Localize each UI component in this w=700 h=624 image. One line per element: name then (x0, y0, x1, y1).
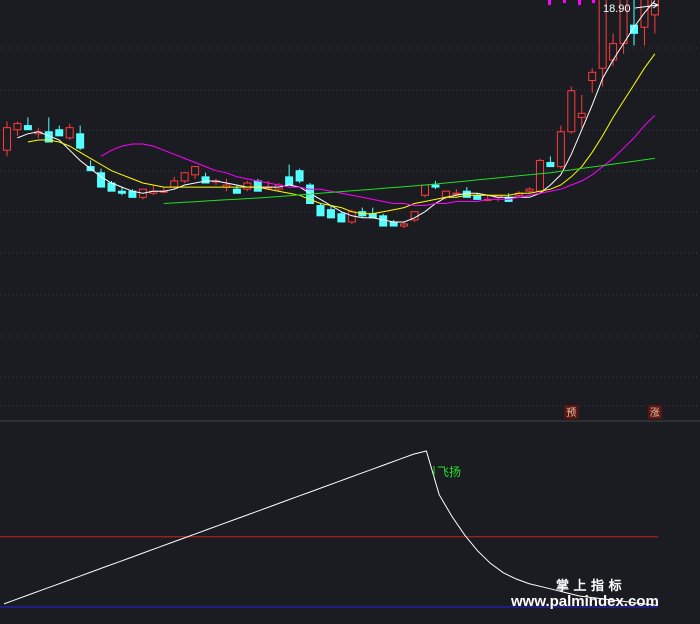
candle (609, 33, 618, 67)
candle (76, 125, 85, 151)
magenta-mark (592, 0, 595, 3)
candle-body (55, 129, 64, 137)
candle-body (452, 192, 461, 195)
indicator-label: 飞扬 (437, 464, 461, 479)
candle-body (117, 190, 126, 194)
candle (358, 207, 367, 218)
candle (494, 194, 503, 202)
magenta-mark (578, 0, 581, 5)
candle-body (525, 188, 534, 192)
signal-markers: 预涨 (564, 405, 662, 419)
candle-body (201, 176, 210, 184)
watermark-cn: 掌 上 指 标 (556, 578, 622, 594)
candle-body (567, 90, 576, 133)
candle (13, 121, 22, 136)
candle-body (389, 221, 398, 227)
candle-body (379, 215, 388, 227)
candle-body (65, 127, 74, 139)
candle-body (76, 133, 85, 149)
candle (577, 94, 586, 128)
candle-body (609, 43, 618, 61)
candle-body (421, 184, 429, 196)
candle (316, 203, 325, 217)
candle (630, 0, 638, 46)
candles (3, 0, 659, 229)
candle-body (535, 159, 544, 192)
candle-body (640, 0, 649, 28)
candle (535, 158, 544, 194)
candle-body (191, 166, 200, 176)
candle (243, 180, 252, 192)
candle-body (253, 180, 262, 192)
candle-body (285, 176, 294, 186)
candle (285, 164, 294, 186)
candle (23, 117, 32, 131)
candle-body (650, 0, 659, 16)
price-label: 18.90 (603, 3, 631, 15)
candle-body (577, 112, 586, 118)
signal-marker: 预 (564, 405, 579, 419)
candle-body (326, 209, 335, 219)
signal-marker: 涨 (647, 405, 662, 419)
candle (3, 121, 11, 157)
candle-body (337, 213, 346, 223)
candle-body (180, 172, 189, 182)
candle (400, 221, 409, 229)
watermark-url: www.palmindex.com (510, 593, 659, 610)
candle (368, 207, 377, 219)
candle-body (295, 170, 304, 182)
candle-body (23, 125, 32, 131)
signal-marker-label: 预 (566, 407, 576, 419)
candle (149, 185, 158, 196)
watermark: 掌 上 指 标 www.palmindex.com (510, 578, 659, 610)
magenta-mark (563, 0, 566, 3)
grid-lines (0, 47, 700, 407)
candle (431, 180, 440, 190)
signal-marker-label: 涨 (650, 407, 660, 419)
candle-body (3, 127, 11, 151)
candle (222, 178, 231, 192)
candle (588, 68, 597, 93)
candle-body (431, 184, 440, 188)
candle-body (473, 194, 482, 200)
candle-body (232, 188, 241, 194)
price-panel: 预涨 18.90 (0, 0, 700, 419)
candle-body (546, 162, 555, 168)
candle-body (316, 205, 325, 217)
candle-body (368, 213, 377, 219)
stock-chart: 预涨 18.90 飞扬 掌 上 指 标 www.palmindex.com (0, 0, 700, 610)
candle (567, 86, 576, 134)
magenta-indicator (548, 0, 595, 5)
candle (65, 123, 74, 140)
candle (421, 184, 429, 198)
candle (295, 168, 304, 183)
candle (159, 187, 168, 194)
candle-body (347, 211, 356, 223)
candle-body (13, 123, 22, 131)
magenta-mark (548, 0, 551, 5)
candle-body (170, 180, 179, 188)
candle-body (588, 71, 597, 82)
candle (180, 172, 189, 183)
candle (556, 125, 565, 169)
candle-body (400, 223, 409, 227)
candle (44, 117, 53, 143)
candle (389, 219, 398, 227)
candle-body (556, 131, 565, 168)
candle (191, 166, 200, 179)
candle (337, 211, 346, 223)
candle (546, 156, 555, 168)
candle (55, 125, 64, 137)
candle-body (243, 182, 252, 190)
candle (138, 188, 147, 200)
candle (232, 185, 241, 194)
